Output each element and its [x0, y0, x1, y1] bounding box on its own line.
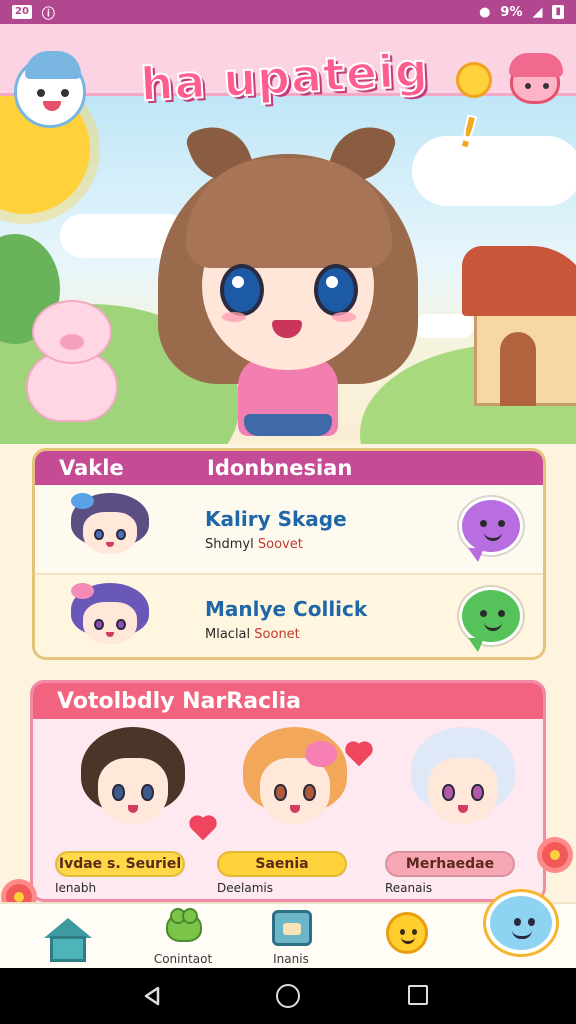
- contact-subtitle: Mlaclal Soonet: [205, 627, 300, 642]
- chat-bubble-icon[interactable]: [459, 587, 523, 652]
- friend-card[interactable]: Merhaedae Reanais: [385, 723, 535, 899]
- nav-contact[interactable]: Conintaot: [128, 908, 238, 968]
- friend-caption: Reanais: [385, 881, 433, 895]
- heart-icon: [191, 817, 215, 841]
- hero-character: [138, 116, 438, 444]
- signal-icon: ◢: [532, 4, 543, 20]
- status-time: 20: [12, 5, 32, 19]
- chat-bubble-icon[interactable]: [459, 497, 523, 562]
- friend-name-pill[interactable]: Saenia: [217, 851, 347, 877]
- friend-portrait: [411, 727, 515, 845]
- frog-icon: [166, 908, 202, 942]
- battery-icon: ▮: [552, 5, 564, 19]
- house-decoration: [462, 246, 576, 406]
- profile-mascot-icon[interactable]: [14, 51, 86, 128]
- sun-icon: [386, 912, 428, 954]
- nav-inanis[interactable]: Inanis: [236, 908, 346, 968]
- language-row[interactable]: Kaliry Skage Shdmyl Soovet: [35, 485, 543, 573]
- pink-critter-icon[interactable]: [509, 53, 563, 104]
- nav-inanis-label: Inanis: [273, 952, 309, 966]
- friend-card[interactable]: Ivdae s. Seuriel Ienabh: [55, 723, 215, 899]
- status-bar: 20 ⓘ ● 9% ◢ ▮: [0, 0, 576, 24]
- battery-percent: 9%: [500, 4, 523, 20]
- column-header-left: Vakle: [59, 456, 124, 480]
- tv-icon: [272, 910, 312, 946]
- friends-section: Votolbdly NarRaclia Ivdae s. Seuriel Ien…: [30, 680, 546, 902]
- avatar: [71, 583, 149, 657]
- coin-icon[interactable]: [456, 62, 492, 98]
- friend-caption: Ienabh: [55, 881, 97, 895]
- home-icon: [44, 918, 92, 962]
- piglet-mascot: [22, 294, 122, 424]
- nav-sun[interactable]: [352, 908, 462, 968]
- friend-portrait: [81, 727, 185, 845]
- friend-card[interactable]: Saenia Deelamis: [217, 723, 371, 899]
- home-button-icon[interactable]: [276, 984, 300, 1008]
- language-card-header: Vakle Idonbnesian: [35, 451, 543, 485]
- contact-name: Kaliry Skage: [205, 507, 347, 531]
- nav-contact-label: Conintaot: [153, 952, 213, 966]
- location-icon: ●: [479, 4, 491, 20]
- friend-caption: Deelamis: [217, 881, 273, 895]
- contact-subtitle: Shdmyl Soovet: [205, 537, 303, 552]
- notification-icon: ⓘ: [41, 6, 55, 22]
- heart-icon: [347, 743, 371, 767]
- hero-scene: ha upateig !: [0, 24, 576, 444]
- avatar: [71, 493, 149, 567]
- nav-home[interactable]: [12, 908, 122, 968]
- language-card: Vakle Idonbnesian Kaliry Skage Shdmyl So…: [32, 448, 546, 660]
- friend-portrait: [243, 727, 347, 845]
- chat-fab-button[interactable]: [486, 892, 556, 954]
- back-icon[interactable]: [142, 986, 162, 1006]
- friends-header: Votolbdly NarRaclia: [33, 683, 543, 719]
- flower-decoration: [542, 842, 568, 868]
- system-nav-bar: [0, 968, 576, 1024]
- friend-name-pill[interactable]: Ivdae s. Seuriel: [55, 851, 185, 877]
- friend-name-pill[interactable]: Merhaedae: [385, 851, 515, 877]
- column-header-right: Idonbnesian: [207, 456, 353, 480]
- recents-icon[interactable]: [408, 985, 428, 1005]
- language-row[interactable]: Manlye Collick Mlaclal Soonet: [35, 573, 543, 657]
- contact-name: Manlye Collick: [205, 597, 368, 621]
